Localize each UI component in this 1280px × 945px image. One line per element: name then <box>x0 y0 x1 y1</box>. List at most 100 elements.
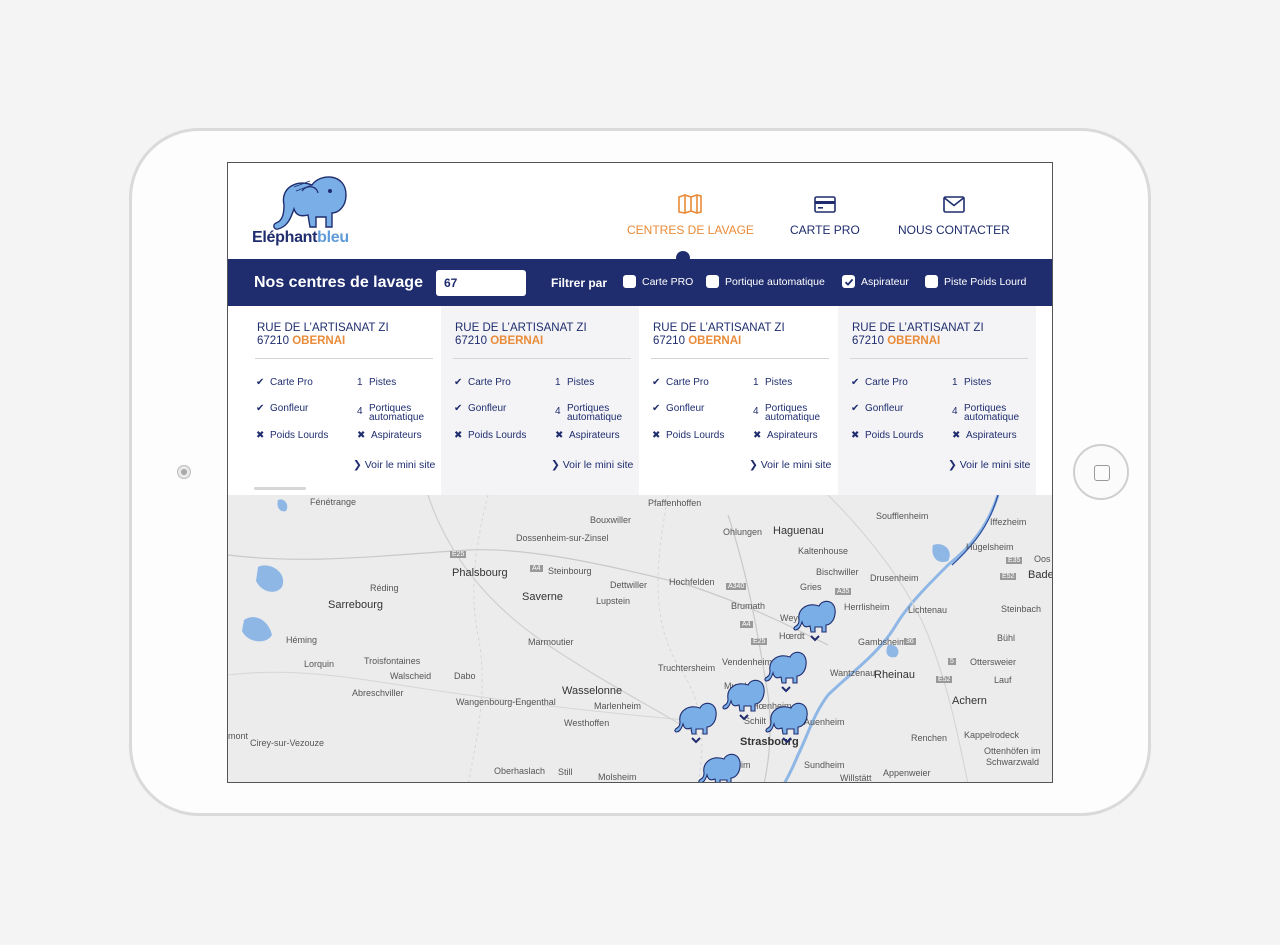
map-place-label: mont <box>228 731 249 741</box>
checkbox-box[interactable] <box>623 275 636 288</box>
map-place-label: Still <box>558 767 573 777</box>
station-address: RUE DE L’ARTISANAT ZI 67210 OBERNAI <box>455 322 587 348</box>
map-place-label: Walscheid <box>390 671 432 681</box>
feature-label: Poids Lourds <box>865 430 924 441</box>
road-shield: E25 <box>450 551 467 558</box>
brand-name[interactable]: Eléphantbleu <box>252 229 349 247</box>
filter-label-text: Carte PRO <box>642 275 694 288</box>
divider <box>453 358 631 359</box>
filter-aspirateur-checkbox[interactable]: Aspirateur <box>842 275 909 288</box>
map[interactable]: Fénétrange Bouxwiller Pfaffenhoffen Souf… <box>228 495 1052 783</box>
feature-gonfleur: ✔ Gonfleur <box>454 403 506 414</box>
feature-pistes: 1 Pistes <box>357 378 396 388</box>
postcode-search-input[interactable] <box>436 270 526 296</box>
checkmark-icon <box>844 278 853 286</box>
map-place-label: Héming <box>286 635 318 645</box>
map-place-label: Saverne <box>522 591 563 603</box>
station-city: OBERNAI <box>490 335 544 347</box>
station-card[interactable]: RUE DE L’ARTISANAT ZI 67210 OBERNAI ✔ Car… <box>441 306 639 495</box>
station-postcode: 67210 <box>455 335 487 347</box>
check-icon: ✔ <box>256 403 265 414</box>
cross-icon: ✖ <box>357 430 366 441</box>
map-place-label: Iffezheim <box>990 517 1027 527</box>
feature-label: Poids Lourds <box>468 430 527 441</box>
feature-poids-lourds: ✖ Poids Lourds <box>256 430 329 441</box>
station-city: OBERNAI <box>887 335 941 347</box>
divider <box>850 358 1028 359</box>
road-shield: 5 <box>948 658 956 665</box>
elephant-map-marker-icon[interactable] <box>765 700 809 746</box>
map-place-label: Ottenhöfen im <box>984 746 1041 756</box>
map-place-label: Bade <box>1028 569 1052 581</box>
station-card[interactable]: RUE DE L’ARTISANAT ZI 67210 OBERNAI ✔ Car… <box>243 306 441 495</box>
feature-label: Pistes <box>567 377 595 388</box>
filter-piste-poids-lourd-checkbox[interactable]: Piste Poids Lourd <box>925 275 1026 288</box>
station-address: RUE DE L’ARTISANAT ZI 67210 OBERNAI <box>257 322 389 348</box>
cross-icon: ✖ <box>652 430 661 441</box>
checkbox-box[interactable] <box>925 275 938 288</box>
elephant-map-marker-icon[interactable] <box>764 649 808 695</box>
nav-carte-pro[interactable]: CARTE PRO <box>790 193 860 239</box>
road-shield: E35 <box>1006 557 1023 564</box>
feature-label: automatique <box>369 412 425 423</box>
feature-label: Gonfleur <box>270 403 309 414</box>
mini-site-link[interactable]: ❯ Voir le mini site <box>353 459 435 471</box>
checkbox-box[interactable] <box>842 275 855 288</box>
feature-label: automatique <box>964 412 1020 423</box>
feature-label: automatique <box>567 412 623 423</box>
station-street: RUE DE L’ARTISANAT ZI <box>852 322 984 334</box>
elephant-map-marker-icon[interactable] <box>793 598 837 644</box>
horizontal-scrollbar[interactable] <box>254 487 306 490</box>
feature-label: automatique <box>765 412 821 423</box>
feature-label: Aspirateurs <box>966 430 1017 441</box>
checkbox-box[interactable] <box>706 275 719 288</box>
feature-carte-pro: ✔ Carte Pro <box>851 377 908 388</box>
road-shield: A340 <box>726 583 747 590</box>
mini-site-link[interactable]: ❯ Voir le mini site <box>749 459 831 471</box>
station-street: RUE DE L’ARTISANAT ZI <box>455 322 587 334</box>
station-card[interactable]: RUE DE L’ARTISANAT ZI 67210 OBERNAI ✔ Car… <box>838 306 1036 495</box>
filter-label-text: Aspirateur <box>861 275 909 288</box>
cross-icon: ✖ <box>555 430 564 441</box>
road-shield: E25 <box>751 638 768 645</box>
envelope-icon <box>943 196 965 213</box>
feature-label: Carte Pro <box>865 377 908 388</box>
station-card[interactable]: RUE DE L’ARTISANAT ZI 67210 OBERNAI ✔ Car… <box>639 306 837 495</box>
filter-label-text: Piste Poids Lourd <box>944 275 1027 288</box>
feature-carte-pro: ✔ Carte Pro <box>454 378 511 388</box>
feature-portiques: 4 Portiques automatique <box>753 404 821 423</box>
station-list: RUE DE L’ARTISANAT ZI 67210 OBERNAI ✔ Car… <box>228 306 1052 495</box>
station-postcode: 67210 <box>257 335 289 347</box>
station-postcode: 67210 <box>852 335 884 347</box>
filter-portique-checkbox[interactable]: Portique automatique <box>706 275 825 288</box>
map-place-label: Bühl <box>997 633 1016 643</box>
feature-carte-pro: ✔ Carte Pro <box>256 378 313 388</box>
nav-nous-contacter[interactable]: NOUS CONTACTER <box>898 193 1010 239</box>
road-shield: A4 <box>740 621 753 628</box>
map-place-label: Lorquin <box>304 659 335 669</box>
check-icon: ✔ <box>652 377 661 388</box>
check-icon: ✔ <box>851 377 860 388</box>
feature-label: Poids Lourds <box>270 430 329 441</box>
mini-site-link[interactable]: ❯ Voir le mini site <box>948 459 1030 471</box>
map-place-label: Renchen <box>911 733 948 743</box>
elephant-map-marker-icon[interactable] <box>698 751 742 783</box>
filter-carte-pro-checkbox[interactable]: Carte PRO <box>623 275 693 288</box>
check-icon: ✔ <box>454 403 463 414</box>
feature-carte-pro: ✔ Carte Pro <box>652 377 709 388</box>
divider <box>255 358 433 359</box>
home-button[interactable] <box>1073 444 1129 500</box>
map-place-label: Bischwiller <box>816 567 859 577</box>
road-shield: A4 <box>530 565 543 572</box>
cross-icon: ✖ <box>256 430 265 441</box>
check-icon: ✔ <box>851 403 860 414</box>
nav-centres-de-lavage[interactable]: CENTRES DE LAVAGE <box>627 193 754 239</box>
feature-gonfleur: ✔ Gonfleur <box>652 404 704 414</box>
station-address: RUE DE L’ARTISANAT ZI 67210 OBERNAI <box>653 322 785 348</box>
nav-label: CARTE PRO <box>790 223 860 237</box>
map-place-label: Dabo <box>454 671 476 681</box>
elephant-map-marker-icon[interactable] <box>674 700 718 746</box>
map-place-label: Bouxwiller <box>590 515 632 525</box>
mini-site-link[interactable]: ❯ Voir le mini site <box>551 459 633 471</box>
elephant-map-marker-icon[interactable] <box>722 677 766 723</box>
